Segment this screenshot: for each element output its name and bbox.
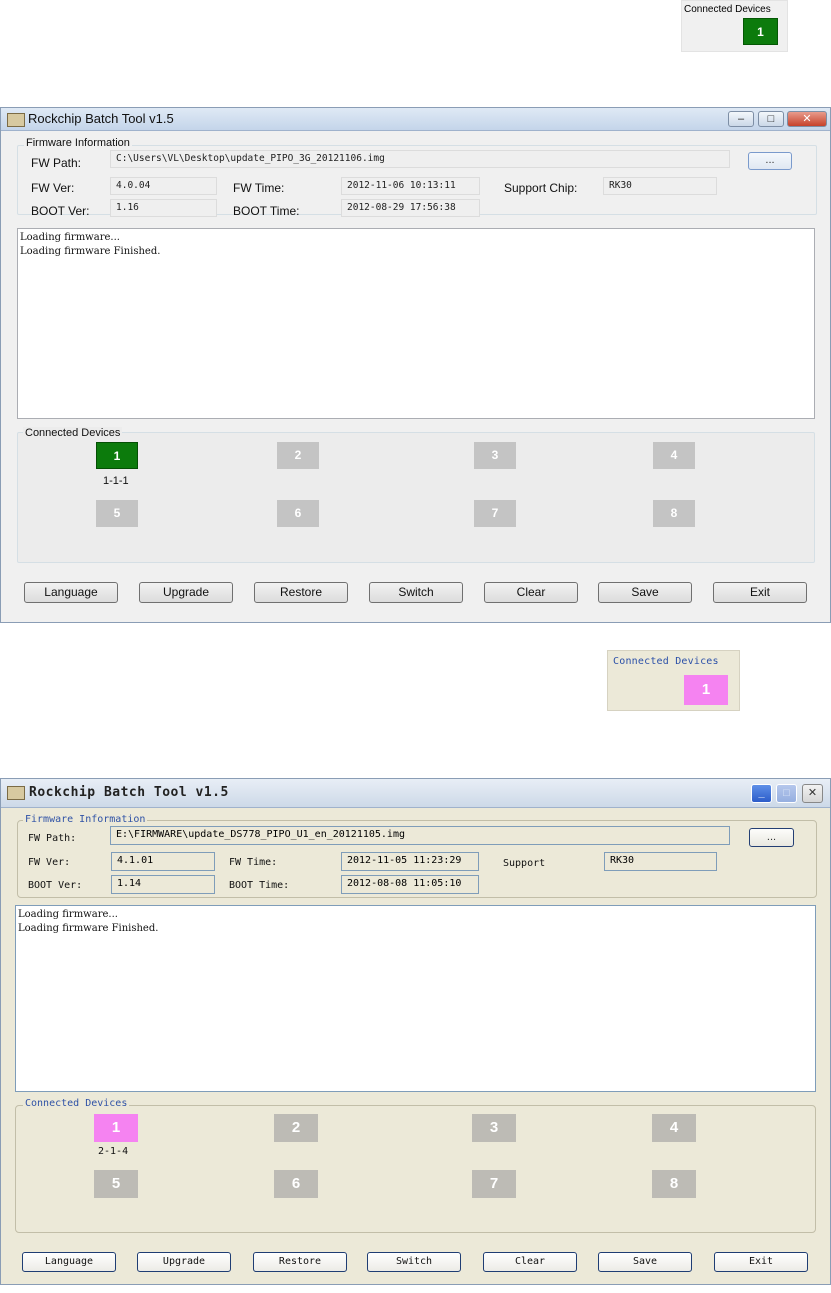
title-bar: Rockchip Batch Tool v1.5 – □ ✕ bbox=[1, 108, 830, 131]
device-7[interactable]: 7 bbox=[474, 500, 516, 527]
fw-time-field: 2012-11-06 10:13:11 bbox=[341, 177, 480, 195]
exit-button[interactable]: Exit bbox=[713, 582, 807, 603]
firmware-information-label: Firmware Information bbox=[24, 137, 132, 149]
device-4[interactable]: 4 bbox=[652, 1114, 696, 1142]
device-2[interactable]: 2 bbox=[277, 442, 319, 469]
fw-ver-label: FW Ver: bbox=[28, 857, 71, 868]
device-6[interactable]: 6 bbox=[274, 1170, 318, 1198]
boot-time-field: 2012-08-08 11:05:10 bbox=[341, 875, 479, 894]
boot-time-label: BOOT Time: bbox=[233, 204, 300, 218]
title-bar: Rockchip Batch Tool v1.5 _ □ ✕ bbox=[1, 779, 830, 808]
fw-ver-field: 4.0.04 bbox=[110, 177, 217, 195]
connected-devices-label: Connected Devices bbox=[23, 1098, 130, 1109]
window-title: Rockchip Batch Tool v1.5 bbox=[28, 111, 174, 126]
log-line: Loading firmware... bbox=[18, 909, 118, 920]
log-line: Loading firmware Finished. bbox=[18, 923, 159, 934]
switch-button[interactable]: Switch bbox=[369, 582, 463, 603]
clear-button[interactable]: Clear bbox=[483, 1252, 577, 1272]
thumbnail-device-1: 1 bbox=[684, 675, 728, 705]
language-button[interactable]: Language bbox=[24, 582, 118, 603]
device-3[interactable]: 3 bbox=[474, 442, 516, 469]
app-icon bbox=[7, 786, 25, 800]
clear-button[interactable]: Clear bbox=[484, 582, 578, 603]
fw-time-label: FW Time: bbox=[233, 181, 285, 195]
device-5[interactable]: 5 bbox=[96, 500, 138, 527]
browse-button[interactable]: ... bbox=[748, 152, 792, 170]
batch-tool-window-2: Rockchip Batch Tool v1.5 _ □ ✕ Firmware … bbox=[0, 778, 831, 1285]
device-1-port-label: 2-1-4 bbox=[98, 1146, 129, 1157]
support-chip-label: Support bbox=[503, 858, 546, 869]
device-8[interactable]: 8 bbox=[653, 500, 695, 527]
device-8[interactable]: 8 bbox=[652, 1170, 696, 1198]
app-icon bbox=[7, 113, 25, 127]
window-title: Rockchip Batch Tool v1.5 bbox=[29, 785, 229, 800]
save-button[interactable]: Save bbox=[598, 582, 692, 603]
boot-time-field: 2012-08-29 17:56:38 bbox=[341, 199, 480, 217]
support-chip-label: Support Chip: bbox=[504, 181, 578, 195]
fw-time-label: FW Time: bbox=[229, 857, 278, 868]
boot-ver-field: 1.16 bbox=[110, 199, 217, 217]
boot-ver-label: BOOT Ver: bbox=[31, 204, 90, 218]
device-1[interactable]: 1 bbox=[94, 1114, 138, 1142]
boot-time-label: BOOT Time: bbox=[229, 880, 290, 891]
log-line: Loading firmware Finished. bbox=[20, 246, 161, 257]
thumbnail-label: Connected Devices bbox=[613, 656, 719, 667]
browse-button[interactable]: ... bbox=[749, 828, 794, 847]
switch-button[interactable]: Switch bbox=[367, 1252, 461, 1272]
connected-devices-label: Connected Devices bbox=[23, 427, 123, 439]
minimize-button[interactable]: _ bbox=[751, 784, 772, 803]
connected-devices-thumbnail-green: Connected Devices 1 bbox=[681, 0, 788, 52]
device-4[interactable]: 4 bbox=[653, 442, 695, 469]
fw-path-label: FW Path: bbox=[28, 833, 77, 844]
fw-path-label: FW Path: bbox=[31, 156, 82, 170]
log-output[interactable]: Loading firmware... Loading firmware Fin… bbox=[17, 228, 815, 419]
exit-button[interactable]: Exit bbox=[714, 1252, 808, 1272]
fw-ver-label: FW Ver: bbox=[31, 181, 75, 195]
device-7[interactable]: 7 bbox=[472, 1170, 516, 1198]
device-6[interactable]: 6 bbox=[277, 500, 319, 527]
fw-path-field[interactable]: C:\Users\VL\Desktop\update_PIPO_3G_20121… bbox=[110, 150, 730, 168]
connected-devices-thumbnail-pink: Connected Devices 1 bbox=[607, 650, 740, 711]
maximize-button[interactable]: □ bbox=[776, 784, 797, 803]
fw-time-field: 2012-11-05 11:23:29 bbox=[341, 852, 479, 871]
boot-ver-field: 1.14 bbox=[111, 875, 215, 894]
thumbnail-device-1: 1 bbox=[743, 18, 778, 45]
save-button[interactable]: Save bbox=[598, 1252, 692, 1272]
restore-button[interactable]: Restore bbox=[254, 582, 348, 603]
firmware-information-label: Firmware Information bbox=[23, 814, 148, 825]
language-button[interactable]: Language bbox=[22, 1252, 116, 1272]
device-1-port-label: 1-1-1 bbox=[103, 475, 129, 487]
batch-tool-window-1: Rockchip Batch Tool v1.5 – □ ✕ Firmware … bbox=[0, 107, 831, 623]
support-chip-field: RK30 bbox=[603, 177, 717, 195]
boot-ver-label: BOOT Ver: bbox=[28, 880, 83, 891]
device-3[interactable]: 3 bbox=[472, 1114, 516, 1142]
upgrade-button[interactable]: Upgrade bbox=[139, 582, 233, 603]
upgrade-button[interactable]: Upgrade bbox=[137, 1252, 231, 1272]
fw-ver-field: 4.1.01 bbox=[111, 852, 215, 871]
thumbnail-label: Connected Devices bbox=[684, 4, 771, 15]
support-chip-field: RK30 bbox=[604, 852, 717, 871]
log-line: Loading firmware... bbox=[20, 232, 120, 243]
device-1[interactable]: 1 bbox=[96, 442, 138, 469]
restore-button[interactable]: Restore bbox=[253, 1252, 347, 1272]
close-button[interactable]: ✕ bbox=[802, 784, 823, 803]
fw-path-field[interactable]: E:\FIRMWARE\update_DS778_PIPO_U1_en_2012… bbox=[110, 826, 730, 845]
log-output[interactable]: Loading firmware... Loading firmware Fin… bbox=[15, 905, 816, 1092]
minimize-button[interactable]: – bbox=[728, 111, 754, 127]
close-button[interactable]: ✕ bbox=[787, 111, 827, 127]
maximize-button[interactable]: □ bbox=[758, 111, 784, 127]
device-5[interactable]: 5 bbox=[94, 1170, 138, 1198]
device-2[interactable]: 2 bbox=[274, 1114, 318, 1142]
